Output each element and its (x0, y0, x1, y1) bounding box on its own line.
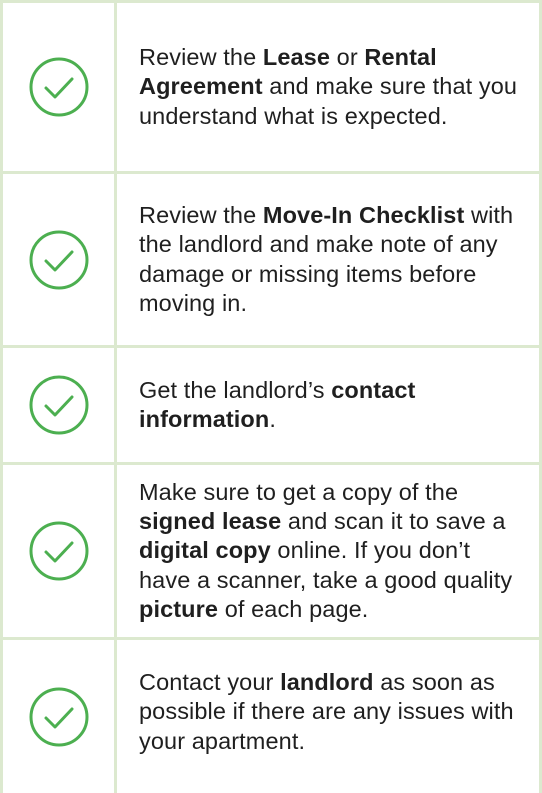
checklist-icon-cell (3, 3, 117, 171)
checklist-text-cell: Get the landlord’s contact information. (117, 348, 539, 462)
checklist-icon-cell (3, 348, 117, 462)
checklist-icon-cell (3, 174, 117, 345)
checklist-row: Review the Move-In Checklist with the la… (0, 171, 542, 345)
checklist-text-cell: Review the Move-In Checklist with the la… (117, 174, 539, 345)
checklist-row: Contact your landlord as soon as possibl… (0, 637, 542, 793)
checklist-text-cell: Review the Lease or Rental Agreement and… (117, 3, 539, 171)
checklist-item-text: Get the landlord’s contact information. (139, 376, 416, 432)
check-circle-icon (28, 374, 90, 436)
checklist-item-text: Contact your landlord as soon as possibl… (139, 669, 514, 754)
check-circle-icon (28, 56, 90, 118)
move-in-checklist: Review the Lease or Rental Agreement and… (0, 0, 542, 793)
checklist-row: Review the Lease or Rental Agreement and… (0, 0, 542, 171)
check-circle-icon (28, 229, 90, 291)
check-circle-icon (28, 520, 90, 582)
checklist-icon-cell (3, 465, 117, 637)
checklist-text-cell: Make sure to get a copy of the signed le… (117, 465, 539, 637)
check-circle-icon (28, 686, 90, 748)
checklist-text-cell: Contact your landlord as soon as possibl… (117, 640, 539, 793)
checklist-row: Make sure to get a copy of the signed le… (0, 462, 542, 637)
checklist-item-text: Review the Lease or Rental Agreement and… (139, 43, 518, 129)
checklist-item-text: Make sure to get a copy of the signed le… (139, 478, 513, 623)
checklist-row: Get the landlord’s contact information. (0, 345, 542, 462)
checklist-icon-cell (3, 640, 117, 793)
checklist-item-text: Review the Move-In Checklist with the la… (139, 201, 514, 316)
